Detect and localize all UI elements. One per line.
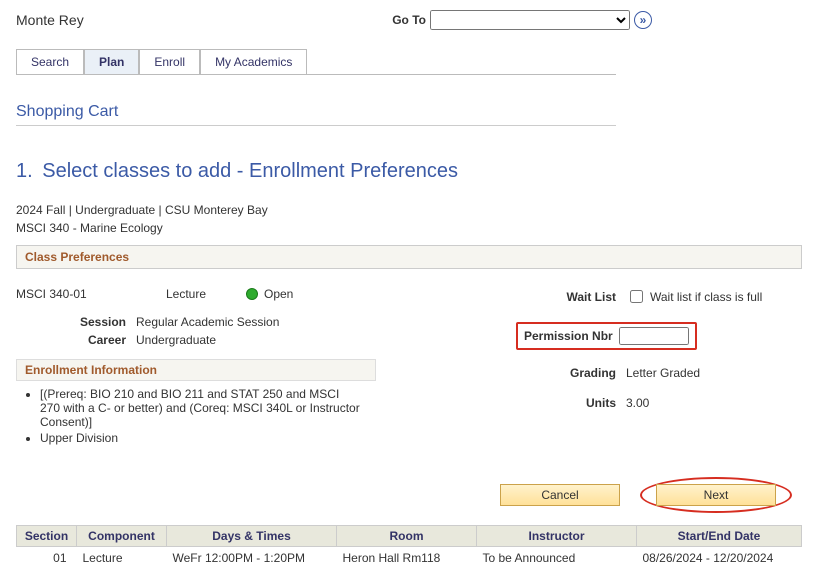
next-button[interactable]: Next [656, 484, 776, 506]
grading-label: Grading [396, 366, 626, 380]
goto-submit-icon[interactable]: » [634, 11, 652, 29]
permission-nbr-input[interactable] [619, 327, 689, 345]
class-component: Lecture [166, 287, 246, 301]
cell-component: Lecture [77, 547, 167, 570]
tab-my-academics[interactable]: My Academics [200, 49, 307, 75]
cell-instructor: To be Announced [477, 547, 637, 570]
next-button-highlight: Next [640, 477, 792, 513]
tab-enroll[interactable]: Enroll [139, 49, 200, 75]
page-title-text: Select classes to add - Enrollment Prefe… [42, 160, 458, 182]
nav-tabs: Search Plan Enroll My Academics [16, 48, 802, 74]
units-value: 3.00 [626, 396, 649, 410]
units-label: Units [396, 396, 626, 410]
status-open-text: Open [264, 287, 293, 301]
class-preferences-bar: Class Preferences [16, 245, 802, 269]
career-label: Career [56, 333, 136, 347]
status-open-icon [246, 288, 258, 300]
schedule-table: Section Component Days & Times Room Inst… [16, 525, 802, 569]
permission-highlight: Permission Nbr [516, 322, 697, 350]
requirements-list: [(Prereq: BIO 210 and BIO 211 and STAT 2… [40, 387, 360, 445]
col-component: Component [77, 526, 167, 547]
col-instructor: Instructor [477, 526, 637, 547]
waitlist-label: Wait List [396, 290, 626, 304]
tab-search[interactable]: Search [16, 49, 84, 75]
cell-start-end: 08/26/2024 - 12/20/2024 [637, 547, 802, 570]
col-section: Section [17, 526, 77, 547]
cell-room: Heron Hall Rm118 [337, 547, 477, 570]
cell-section: 01 [17, 547, 77, 570]
table-row: 01 Lecture WeFr 12:00PM - 1:20PM Heron H… [17, 547, 802, 570]
goto-select[interactable] [430, 10, 630, 30]
tab-plan[interactable]: Plan [84, 49, 139, 75]
session-label: Session [56, 315, 136, 329]
course-line: MSCI 340 - Marine Ecology [16, 221, 802, 235]
page-title-number: 1. [16, 160, 33, 182]
waitlist-checkbox-label: Wait list if class is full [650, 290, 762, 304]
page-title: 1. Select classes to add - Enrollment Pr… [16, 160, 802, 183]
session-value: Regular Academic Session [136, 315, 279, 329]
col-start-end: Start/End Date [637, 526, 802, 547]
waitlist-checkbox[interactable] [630, 290, 643, 303]
class-id: MSCI 340-01 [16, 287, 166, 301]
grading-value: Letter Graded [626, 366, 700, 380]
permission-label: Permission Nbr [524, 329, 619, 343]
shopping-cart-heading: Shopping Cart [16, 103, 616, 126]
requirement-item: [(Prereq: BIO 210 and BIO 211 and STAT 2… [40, 387, 360, 429]
user-name: Monte Rey [16, 12, 84, 28]
col-days-times: Days & Times [167, 526, 337, 547]
col-room: Room [337, 526, 477, 547]
goto-label: Go To [392, 13, 426, 27]
career-value: Undergraduate [136, 333, 216, 347]
requirement-item: Upper Division [40, 431, 360, 445]
cell-days-times: WeFr 12:00PM - 1:20PM [167, 547, 337, 570]
term-line: 2024 Fall | Undergraduate | CSU Monterey… [16, 203, 802, 217]
cancel-button[interactable]: Cancel [500, 484, 620, 506]
enrollment-info-bar: Enrollment Information [16, 359, 376, 381]
